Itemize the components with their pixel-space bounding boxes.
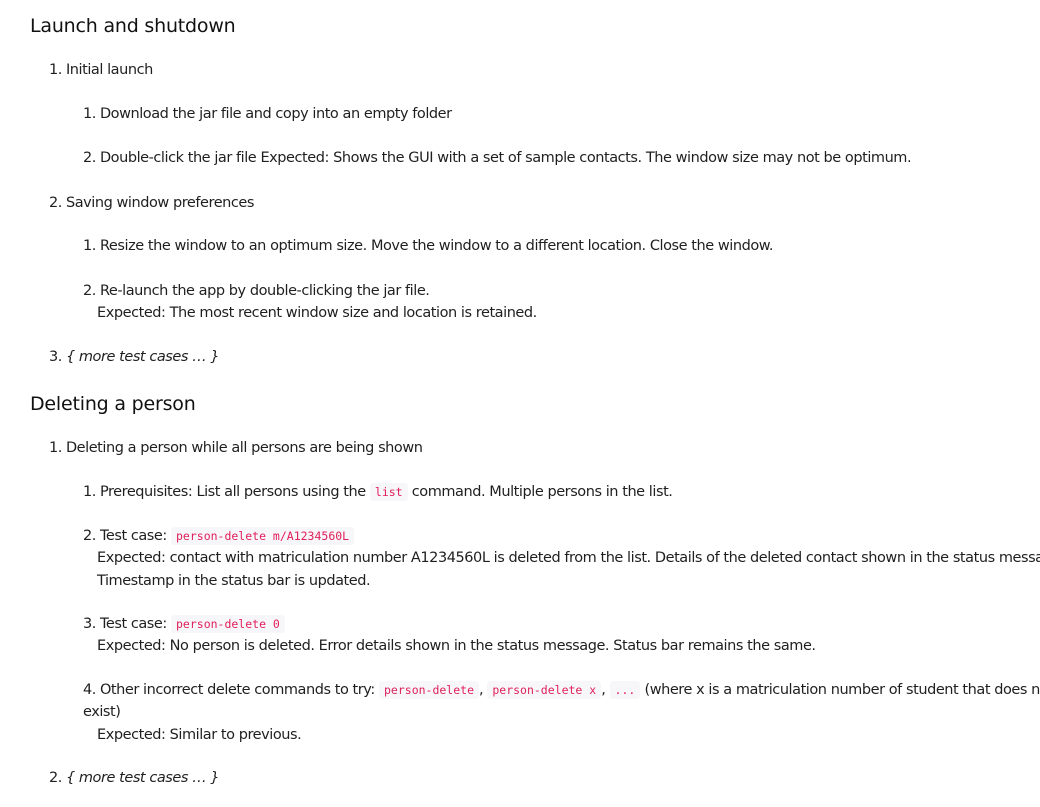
list-item: 1. Deleting a person while all persons ar…	[49, 440, 423, 456]
expected-text: Expected: No person is deleted. Error de…	[97, 638, 816, 654]
list-item: 1. Resize the window to an optimum size. …	[83, 238, 774, 254]
list-item: 1. Download the jar file and copy into an…	[83, 106, 452, 122]
expected-text: Timestamp in the status bar is updated.	[97, 573, 371, 589]
step-text: Resize the window to an optimum size. Mo…	[99, 238, 774, 254]
list-item: 1. Initial launch	[49, 62, 153, 78]
group-label: Deleting a person while all persons are …	[65, 440, 423, 456]
list-item: 2. Test case: person-delete m/A1234560L	[83, 526, 355, 546]
section-heading: Launch and shutdown	[30, 15, 236, 37]
list-item: 4. Other incorrect delete commands to try…	[83, 681, 1040, 699]
document-page: Launch and shutdown 1. Initial launch 1. D…	[0, 0, 1040, 807]
code-command: person-delete x	[487, 681, 602, 699]
list-item: 3. Test case: person-delete 0	[83, 614, 285, 634]
section-heading: Deleting a person	[30, 393, 196, 415]
list-item: 2. Re-launch the app by double-clicking t…	[83, 283, 430, 299]
code-command: person-delete m/A1234560L	[171, 527, 355, 545]
list-item: 2. Double-click the jar file Expected: Sh…	[83, 150, 912, 166]
list-item: 3.{ more test cases … }	[49, 349, 220, 365]
group-label: Initial launch	[65, 62, 153, 78]
code-list: list	[369, 483, 408, 501]
wrapped-text: exist)	[83, 704, 121, 720]
more-test-cases: { more test cases … }	[65, 349, 220, 365]
expected-text: Expected: The most recent window size an…	[97, 305, 537, 321]
list-item: 2. Saving window preferences	[49, 195, 255, 211]
group-label: Saving window preferences	[65, 195, 255, 211]
step-text: Download the jar file and copy into an e…	[99, 106, 452, 122]
code-command: person-delete	[379, 681, 480, 699]
code-command: ...	[609, 681, 641, 699]
expected-text: Expected: Similar to previous.	[97, 727, 302, 743]
expected-text: Expected: contact with matriculation num…	[97, 550, 1040, 566]
step-text: Re-launch the app by double-clicking the…	[99, 283, 430, 299]
step-text: Double-click the jar file Expected: Show…	[99, 150, 912, 166]
list-item: 2.{ more test cases … }	[49, 770, 220, 786]
code-command: person-delete 0	[171, 615, 285, 633]
list-item: 1. Prerequisites: List all persons using …	[83, 483, 673, 501]
more-test-cases: { more test cases … }	[65, 770, 220, 786]
